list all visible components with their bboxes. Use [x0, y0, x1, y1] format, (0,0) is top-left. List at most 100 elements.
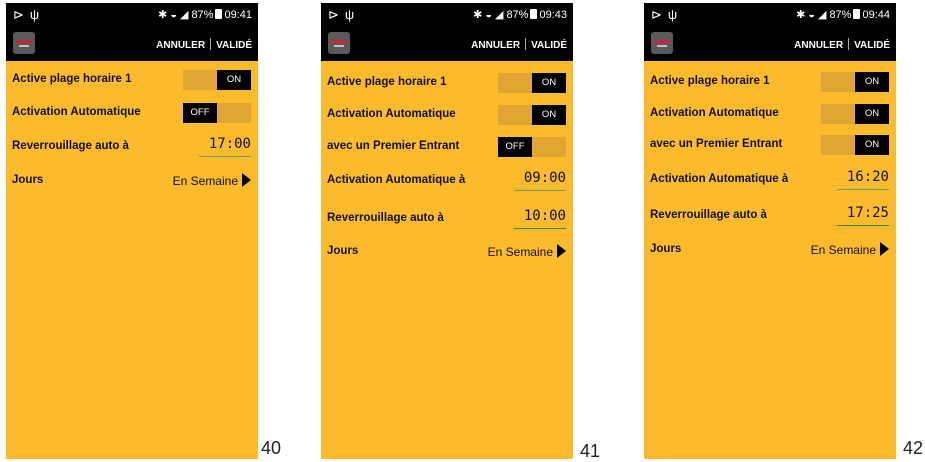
- toggle-knob: ON: [217, 70, 251, 90]
- divider: [210, 38, 212, 50]
- notification-icons: ⊳ψ: [328, 7, 361, 22]
- plage-horaire-toggle[interactable]: ON: [821, 72, 889, 92]
- toggle-knob: OFF: [183, 103, 217, 123]
- wifi-icon: ◒: [485, 9, 492, 21]
- plage-horaire-label: Active plage horaire 1: [12, 73, 132, 85]
- premier-entrant-toggle[interactable]: OFF: [498, 137, 566, 157]
- activation-time-field[interactable]: 16:20: [837, 169, 889, 190]
- row-reverrouillage: Reverrouillage auto à 10:00: [321, 206, 573, 232]
- premier-entrant-label: avec un Premier Entrant: [650, 138, 783, 150]
- reverrouillage-time-field[interactable]: 17:00: [199, 136, 251, 157]
- status-right: ✱ ◒ ◢ 87% 09:43: [473, 8, 567, 21]
- phone-screen-1: ⊳ψ ✱ ◒ ◢ 87% 09:41 ANNULER VALIDÉ Active plag…: [6, 3, 258, 459]
- toggle-knob: ON: [855, 104, 889, 124]
- bluetooth-icon: ✱: [158, 9, 168, 21]
- row-premier-entrant: avec un Premier Entrant ON: [644, 132, 896, 158]
- activation-time-field[interactable]: 09:00: [514, 170, 566, 191]
- status-bar: ⊳ψ ✱ ◒ ◢ 87% 09:41: [6, 3, 258, 27]
- toggle-knob: OFF: [498, 137, 532, 157]
- activation-time-label: Activation Automatique à: [327, 174, 466, 186]
- row-activation-auto: Activation Automatique ON: [644, 101, 896, 127]
- app-logo: [13, 32, 35, 54]
- row-reverrouillage: Reverrouillage auto à 17:25: [644, 203, 896, 229]
- validate-button[interactable]: VALIDÉ: [854, 40, 890, 51]
- clock: 09:41: [224, 9, 252, 21]
- reverrouillage-label: Reverrouillage auto à: [12, 140, 129, 152]
- activation-time-label: Activation Automatique à: [650, 173, 789, 185]
- validate-button[interactable]: VALIDÉ: [531, 40, 567, 51]
- cancel-button[interactable]: ANNULER: [794, 40, 843, 51]
- notification-icons: ⊳ψ: [13, 7, 46, 22]
- divider: [848, 38, 850, 50]
- battery-percent: 87%: [506, 9, 529, 21]
- plage-horaire-toggle[interactable]: ON: [498, 73, 566, 93]
- row-plage-horaire: Active plage horaire 1 ON: [321, 70, 573, 96]
- page-number: 41: [580, 441, 601, 461]
- notification-icons: ⊳ψ: [651, 7, 684, 22]
- row-plage-horaire: Active plage horaire 1 ON: [644, 69, 896, 95]
- bluetooth-icon: ✱: [473, 9, 483, 21]
- row-activation-time: Activation Automatique à 16:20: [644, 167, 896, 193]
- status-bar: ⊳ψ ✱ ◒ ◢ 87% 09:43: [321, 3, 573, 27]
- jours-label: Jours: [12, 174, 44, 186]
- app-logo: [328, 32, 350, 54]
- plage-horaire-toggle[interactable]: ON: [183, 70, 251, 90]
- app-actions: ANNULER VALIDÉ: [794, 38, 890, 51]
- row-jours[interactable]: Jours En Semaine: [6, 168, 258, 194]
- jours-selector[interactable]: En Semaine: [173, 173, 251, 188]
- signal-icon: ◢: [494, 9, 504, 21]
- jours-selector[interactable]: En Semaine: [811, 242, 889, 257]
- app-actions: ANNULER VALIDÉ: [156, 38, 252, 51]
- battery-icon: [530, 9, 538, 19]
- cancel-button[interactable]: ANNULER: [471, 40, 520, 51]
- page-number: 42: [903, 438, 924, 458]
- reverrouillage-time-field[interactable]: 17:25: [837, 205, 889, 226]
- arrow-right-icon: [880, 242, 889, 256]
- page-number: 40: [261, 438, 282, 458]
- activation-auto-label: Activation Automatique: [327, 108, 456, 120]
- wifi-icon: ◒: [170, 9, 177, 21]
- app-bar: ANNULER VALIDÉ: [321, 27, 573, 61]
- jours-selector[interactable]: En Semaine: [488, 244, 566, 259]
- activation-auto-toggle[interactable]: ON: [498, 105, 566, 125]
- battery-icon: [853, 9, 861, 19]
- signal-icon: ◢: [179, 9, 189, 21]
- plage-horaire-label: Active plage horaire 1: [327, 76, 447, 88]
- premier-entrant-label: avec un Premier Entrant: [327, 140, 460, 152]
- clock: 09:44: [862, 9, 890, 21]
- jours-value: En Semaine: [487, 245, 553, 259]
- phone-screen-3: ⊳ψ ✱ ◒ ◢ 87% 09:44 ANNULER VALIDÉ Active plag…: [644, 3, 896, 459]
- divider: [525, 38, 527, 50]
- activation-auto-toggle[interactable]: ON: [821, 104, 889, 124]
- toggle-knob: ON: [855, 135, 889, 155]
- battery-percent: 87%: [191, 9, 214, 21]
- battery-percent: 87%: [829, 9, 852, 21]
- row-jours[interactable]: Jours En Semaine: [644, 237, 896, 263]
- cancel-button[interactable]: ANNULER: [156, 40, 205, 51]
- status-right: ✱ ◒ ◢ 87% 09:41: [158, 8, 252, 21]
- toggle-knob: ON: [855, 72, 889, 92]
- jours-label: Jours: [327, 245, 359, 257]
- app-actions: ANNULER VALIDÉ: [471, 38, 567, 51]
- arrow-right-icon: [557, 244, 566, 258]
- status-right: ✱ ◒ ◢ 87% 09:44: [796, 8, 890, 21]
- validate-button[interactable]: VALIDÉ: [216, 40, 252, 51]
- reverrouillage-time-field[interactable]: 10:00: [514, 208, 566, 229]
- row-plage-horaire: Active plage horaire 1 ON: [6, 67, 258, 93]
- premier-entrant-toggle[interactable]: ON: [821, 135, 889, 155]
- row-activation-auto: Activation Automatique ON: [321, 102, 573, 128]
- row-premier-entrant: avec un Premier Entrant OFF: [321, 134, 573, 160]
- clock: 09:43: [539, 9, 567, 21]
- row-activation-auto: Activation Automatique OFF: [6, 100, 258, 126]
- toggle-knob: ON: [532, 73, 566, 93]
- bluetooth-icon: ✱: [796, 9, 806, 21]
- activation-auto-toggle[interactable]: OFF: [183, 103, 251, 123]
- activation-auto-label: Activation Automatique: [12, 106, 141, 118]
- app-logo: [651, 32, 673, 54]
- row-jours[interactable]: Jours En Semaine: [321, 239, 573, 265]
- jours-value: En Semaine: [810, 243, 876, 257]
- battery-icon: [215, 9, 223, 19]
- row-reverrouillage: Reverrouillage auto à 17:00: [6, 134, 258, 160]
- phone-screen-2: ⊳ψ ✱ ◒ ◢ 87% 09:43 ANNULER VALIDÉ Active plag…: [321, 3, 573, 459]
- signal-icon: ◢: [817, 9, 827, 21]
